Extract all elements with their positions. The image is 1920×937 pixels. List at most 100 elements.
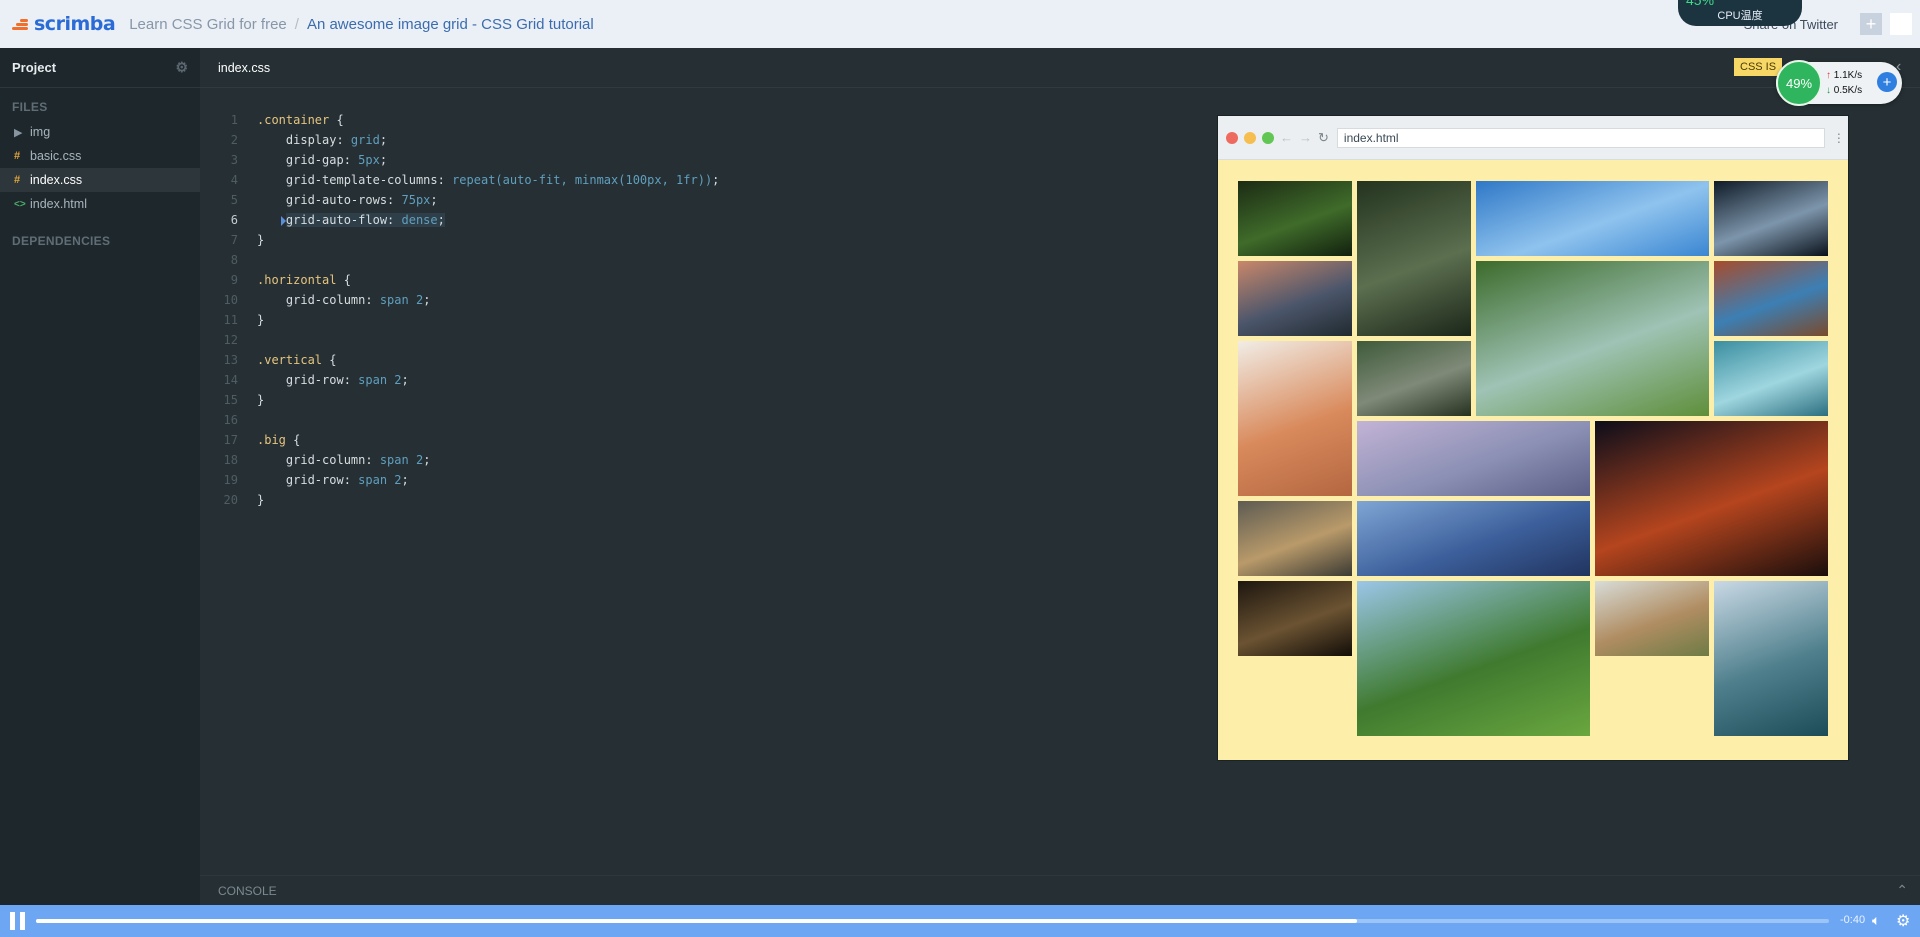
code-token: grid-column: — [257, 453, 380, 467]
menu-dots-icon[interactable]: ⋮ — [1833, 131, 1845, 145]
file-name: basic.css — [30, 149, 82, 163]
code-token: span 2 — [379, 293, 424, 307]
code-line: 12 — [200, 330, 719, 350]
collapse-preview-icon[interactable]: ‹ — [1896, 58, 1901, 76]
sidebar-file-index-html[interactable]: <> index.html — [0, 192, 200, 216]
code-token: grid-auto-flow: — [257, 213, 402, 227]
grid-image-field-horizon — [1595, 581, 1709, 656]
code-text: .vertical { — [257, 353, 336, 367]
code-token: } — [257, 493, 265, 507]
code-token: grid-column: — [257, 293, 380, 307]
sidebar-file-basic-css[interactable]: # basic.css — [0, 144, 200, 168]
grid-image-boulders-field — [1357, 341, 1471, 416]
code-line: 11} — [200, 310, 719, 330]
file-name: index.html — [30, 197, 87, 211]
code-text: grid-column: span 2; — [257, 453, 431, 467]
console-bar[interactable]: CONSOLE ⌃ — [200, 875, 1920, 905]
code-text: grid-auto-rows: 75px; — [257, 193, 438, 207]
code-token: 75px — [401, 193, 431, 207]
pause-icon[interactable] — [10, 912, 26, 930]
add-button[interactable]: + — [1860, 13, 1882, 35]
code-line: 18 grid-column: span 2; — [200, 450, 719, 470]
chevron-up-icon[interactable]: ⌃ — [1896, 882, 1908, 899]
code-token: dense — [401, 213, 438, 227]
code-token: 5px — [358, 153, 380, 167]
dependencies-heading[interactable]: DEPENDENCIES — [0, 234, 200, 248]
code-token: } — [257, 393, 265, 407]
forward-arrow-icon[interactable]: → — [1299, 130, 1312, 145]
profile-button[interactable] — [1890, 13, 1912, 35]
code-token: grid-template-columns: — [257, 173, 453, 187]
code-token: .big — [257, 433, 286, 447]
grid-image-snowy-peak — [1238, 261, 1352, 336]
code-text: grid-row: span 2; — [257, 473, 409, 487]
upload-arrow-icon: ↑ — [1826, 70, 1831, 81]
code-line: 7} — [200, 230, 719, 250]
line-number: 2 — [230, 133, 238, 147]
upload-rate: 1.1K/s — [1833, 70, 1863, 81]
code-text: grid-column: span 2; — [257, 293, 431, 307]
code-text: } — [257, 393, 264, 407]
grid-image-waterfall-forest — [1357, 181, 1471, 336]
close-dot-icon[interactable] — [1226, 131, 1238, 144]
code-token: span 2 — [358, 473, 402, 487]
file-list: ▶ img # basic.css # index.css <> index.html — [0, 120, 200, 216]
code-line: 5 grid-auto-rows: 75px; — [200, 190, 719, 210]
code-token: ; — [379, 153, 388, 167]
player-settings-icon[interactable]: ⚙ — [1896, 911, 1910, 931]
code-token: } — [257, 313, 265, 327]
sidebar-header: Project ⚙ — [0, 48, 200, 88]
code-text: grid-template-columns: repeat(auto-fit, … — [257, 173, 720, 187]
grid-image-grassy-hills — [1238, 501, 1352, 576]
code-line: 20} — [200, 490, 719, 510]
code-token: span 2 — [358, 373, 402, 387]
progress-track[interactable] — [36, 919, 1829, 923]
line-number: 6 — [230, 213, 238, 227]
reload-icon[interactable]: ↻ — [1318, 130, 1329, 146]
breadcrumb-course[interactable]: Learn CSS Grid for free — [129, 16, 287, 33]
code-line: 15} — [200, 390, 719, 410]
widget-plus-icon[interactable]: + — [1877, 72, 1897, 92]
scrimba-logo[interactable]: scrimba — [12, 13, 116, 35]
code-line: 13 .vertical { — [200, 350, 719, 370]
code-line: 10 grid-column: span 2; — [200, 290, 719, 310]
line-number: 10 — [223, 293, 238, 307]
tab-index-css[interactable]: index.css — [218, 61, 270, 75]
volume-icon[interactable]: 🔈︎ — [1872, 912, 1880, 929]
line-number: 7 — [230, 233, 238, 247]
player-bar: -0:40 🔈︎ ⚙ — [0, 905, 1920, 937]
browser-chrome: ← → ↻ index.html ⋮ — [1218, 116, 1848, 160]
css-file-icon: # — [14, 174, 21, 186]
download-rate: 0.5K/s — [1833, 85, 1863, 96]
address-bar[interactable]: index.html — [1336, 127, 1825, 148]
line-number: 15 — [223, 393, 238, 407]
grid-image-desert-road — [1238, 341, 1352, 496]
maximize-dot-icon[interactable] — [1262, 131, 1274, 144]
cpu-temperature-widget: 45% CPU温度 — [1678, 0, 1802, 26]
network-widget: 49% ↑ 1.1K/s ↓ 0.5K/s + — [1776, 60, 1902, 106]
files-heading: FILES — [12, 100, 48, 114]
url-text: index.html — [1343, 130, 1399, 145]
code-token: ; — [379, 133, 388, 147]
line-number: 13 — [223, 353, 238, 367]
code-token: display: — [257, 133, 351, 147]
line-number: 12 — [223, 333, 238, 347]
minimize-dot-icon[interactable] — [1244, 131, 1256, 144]
code-area[interactable]: 1 .container {2 display: grid; 3 grid-gap:… — [200, 110, 720, 510]
sidebar-file-index-css[interactable]: # index.css — [0, 168, 200, 192]
code-line: 2 display: grid; — [200, 130, 719, 150]
cpu-label: CPU温度 — [1717, 10, 1763, 22]
html-file-icon: <> — [14, 198, 26, 210]
line-number: 16 — [223, 413, 238, 427]
code-text: grid-row: span 2; — [257, 373, 409, 387]
back-arrow-icon[interactable]: ← — [1280, 130, 1293, 145]
line-number: 20 — [223, 493, 238, 507]
logo-mark-icon — [12, 17, 30, 31]
line-number: 14 — [223, 373, 238, 387]
sidebar-file-img[interactable]: ▶ img — [0, 120, 200, 144]
code-line: 14 grid-row: span 2; — [200, 370, 719, 390]
code-line: 6 grid-auto-flow: dense; — [200, 210, 719, 230]
code-token: .horizontal — [257, 273, 337, 287]
code-token: span 2 — [379, 453, 424, 467]
settings-gear-icon[interactable]: ⚙ — [175, 59, 188, 76]
